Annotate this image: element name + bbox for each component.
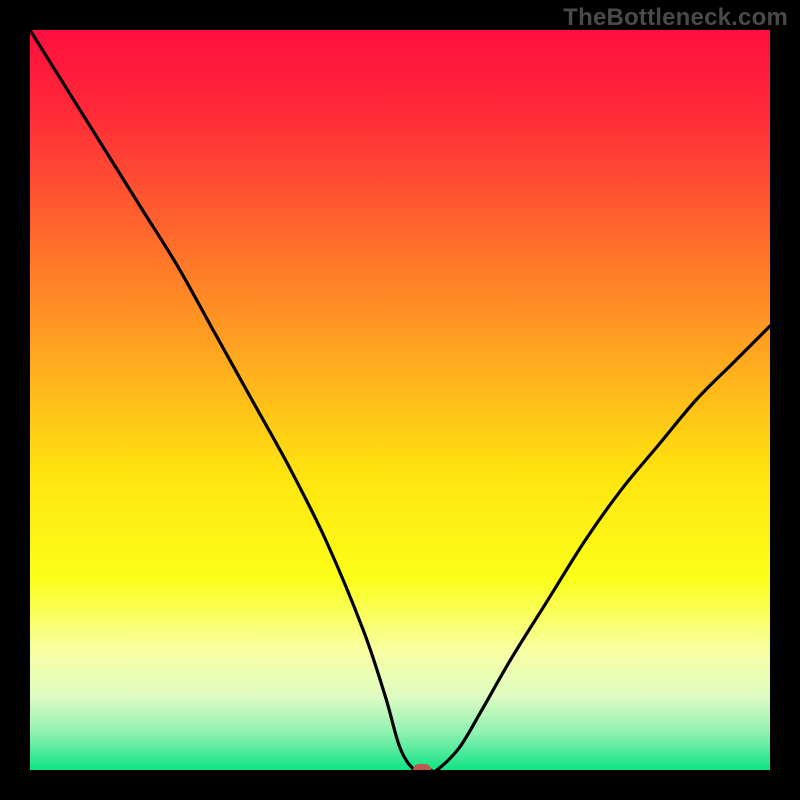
bottleneck-curve	[30, 30, 770, 770]
chart-frame: TheBottleneck.com	[0, 0, 800, 800]
optimal-point-marker	[413, 764, 431, 770]
watermark-label: TheBottleneck.com	[563, 4, 788, 32]
plot-area	[30, 30, 770, 770]
